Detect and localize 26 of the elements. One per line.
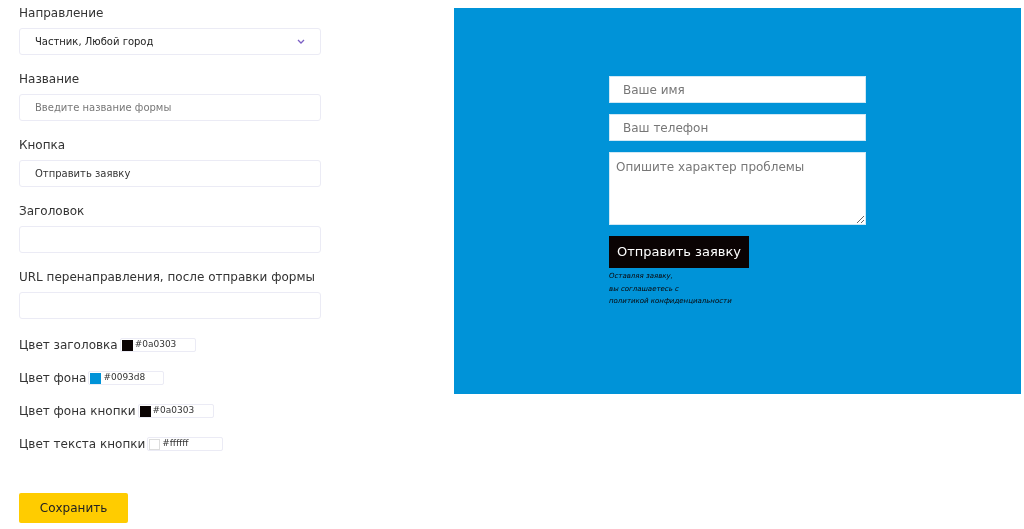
field-label: Направление [19, 5, 104, 22]
color-input[interactable]: #0093d8 [88, 371, 165, 385]
color-swatch[interactable] [121, 339, 133, 351]
text-input[interactable]: Введите название формы [19, 94, 321, 121]
field-label: Название [19, 71, 80, 88]
text-input[interactable]: Ваш телефон [609, 114, 866, 141]
color-label: Цвет текста кнопки [19, 436, 146, 453]
color-label: Цвет фона [19, 370, 87, 387]
field-label: URL перенаправления, после отправки формы [19, 269, 315, 286]
textarea-field[interactable]: Опишите характер проблемы [609, 152, 866, 225]
color-swatch[interactable] [90, 372, 102, 384]
text-input[interactable]: Ваше имя [609, 76, 866, 103]
color-swatch[interactable] [139, 405, 151, 417]
color-label: Цвет фона кнопки [19, 403, 136, 420]
field-label: Заголовок [19, 203, 85, 220]
submit-button[interactable]: Отправить заявку [609, 236, 749, 268]
color-input[interactable]: #ffffff [147, 437, 224, 451]
save-button[interactable]: Сохранить [19, 493, 128, 523]
chevron-down-icon [297, 39, 305, 44]
color-input[interactable]: #0a0303 [119, 338, 196, 352]
field-label: Кнопка [19, 137, 66, 154]
direction-select[interactable]: Частник, Любой город [19, 28, 321, 55]
color-label: Цвет заголовка [19, 337, 118, 354]
text-input[interactable]: Отправить заявку [19, 160, 321, 187]
color-swatch[interactable] [149, 438, 161, 450]
color-input[interactable]: #0a0303 [137, 404, 214, 418]
